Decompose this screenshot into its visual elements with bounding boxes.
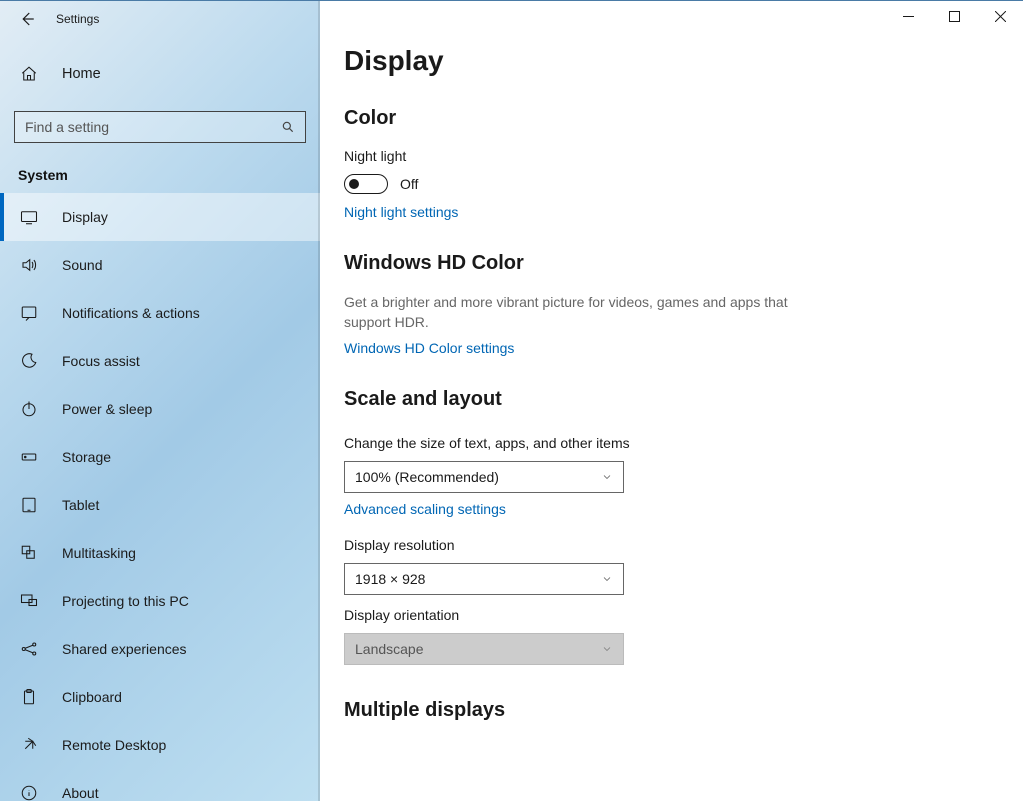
section-heading-scale: Scale and layout: [344, 388, 960, 411]
sidebar-item-focus-assist[interactable]: Focus assist: [0, 337, 320, 385]
chevron-down-icon: [601, 471, 613, 483]
settings-window: Settings Home System Display: [0, 0, 1023, 801]
sidebar-item-notifications[interactable]: Notifications & actions: [0, 289, 320, 337]
sidebar-item-remote-desktop[interactable]: Remote Desktop: [0, 721, 320, 769]
advanced-scaling-link[interactable]: Advanced scaling settings: [344, 501, 960, 517]
scale-dropdown[interactable]: 100% (Recommended): [344, 461, 624, 493]
sidebar-item-tablet[interactable]: Tablet: [0, 481, 320, 529]
chevron-down-icon: [601, 643, 613, 655]
scale-label: Change the size of text, apps, and other…: [344, 435, 960, 451]
about-icon: [20, 784, 38, 801]
sidebar-item-display[interactable]: Display: [0, 193, 320, 241]
search-icon: [281, 120, 295, 134]
scale-dropdown-value: 100% (Recommended): [355, 469, 499, 485]
focus-assist-icon: [20, 352, 38, 370]
sidebar-item-label: Shared experiences: [62, 641, 187, 657]
sidebar-item-label: Multitasking: [62, 545, 136, 561]
sidebar-home-label: Home: [62, 66, 101, 82]
home-icon: [20, 65, 38, 83]
hdcolor-settings-link[interactable]: Windows HD Color settings: [344, 340, 960, 356]
projecting-icon: [20, 592, 38, 610]
sidebar-item-label: Display: [62, 209, 108, 225]
section-heading-color: Color: [344, 107, 960, 130]
window-title: Settings: [56, 12, 99, 26]
main-panel: Display Color Night light Off Night ligh…: [320, 1, 1023, 801]
back-icon[interactable]: [18, 10, 36, 28]
sidebar-item-label: About: [62, 785, 99, 801]
remote-desktop-icon: [20, 736, 38, 754]
sidebar: Settings Home System Display: [0, 1, 320, 801]
search-box[interactable]: [14, 111, 306, 143]
content-scroll[interactable]: Display Color Night light Off Night ligh…: [320, 1, 1023, 801]
sidebar-home[interactable]: Home: [0, 49, 320, 99]
chevron-down-icon: [601, 573, 613, 585]
notifications-icon: [20, 304, 38, 322]
sound-icon: [20, 256, 38, 274]
night-light-state: Off: [400, 176, 418, 192]
sidebar-category-label: System: [0, 143, 320, 193]
resolution-dropdown[interactable]: 1918 × 928: [344, 563, 624, 595]
orientation-dropdown-value: Landscape: [355, 641, 424, 657]
sidebar-item-label: Power & sleep: [62, 401, 152, 417]
sidebar-item-label: Sound: [62, 257, 102, 273]
sidebar-item-label: Storage: [62, 449, 111, 465]
display-icon: [20, 208, 38, 226]
content: Display Color Night light Off Night ligh…: [320, 1, 960, 772]
multitasking-icon: [20, 544, 38, 562]
hdcolor-description: Get a brighter and more vibrant picture …: [344, 293, 804, 332]
sidebar-item-multitasking[interactable]: Multitasking: [0, 529, 320, 577]
sidebar-item-label: Remote Desktop: [62, 737, 166, 753]
sidebar-item-projecting[interactable]: Projecting to this PC: [0, 577, 320, 625]
night-light-settings-link[interactable]: Night light settings: [344, 204, 960, 220]
resolution-dropdown-value: 1918 × 928: [355, 571, 425, 587]
titlebar: Settings: [0, 1, 320, 37]
night-light-label: Night light: [344, 148, 960, 164]
section-heading-multiple-displays: Multiple displays: [344, 699, 960, 722]
sidebar-item-label: Focus assist: [62, 353, 140, 369]
tablet-icon: [20, 496, 38, 514]
sidebar-item-shared-experiences[interactable]: Shared experiences: [0, 625, 320, 673]
section-heading-hdcolor: Windows HD Color: [344, 252, 960, 275]
sidebar-item-sound[interactable]: Sound: [0, 241, 320, 289]
sidebar-item-label: Projecting to this PC: [62, 593, 189, 609]
sidebar-item-label: Clipboard: [62, 689, 122, 705]
sidebar-item-label: Tablet: [62, 497, 99, 513]
sidebar-item-power-sleep[interactable]: Power & sleep: [0, 385, 320, 433]
page-title: Display: [344, 45, 960, 77]
orientation-label: Display orientation: [344, 607, 960, 623]
night-light-toggle-row: Off: [344, 174, 960, 194]
orientation-dropdown: Landscape: [344, 633, 624, 665]
resolution-label: Display resolution: [344, 537, 960, 553]
sidebar-item-about[interactable]: About: [0, 769, 320, 801]
sidebar-item-storage[interactable]: Storage: [0, 433, 320, 481]
sidebar-nav: Display Sound Notifications & actions Fo…: [0, 193, 320, 801]
power-icon: [20, 400, 38, 418]
shared-experiences-icon: [20, 640, 38, 658]
clipboard-icon: [20, 688, 38, 706]
night-light-toggle[interactable]: [344, 174, 388, 194]
sidebar-item-clipboard[interactable]: Clipboard: [0, 673, 320, 721]
storage-icon: [20, 448, 38, 466]
search-input[interactable]: [25, 119, 281, 135]
sidebar-item-label: Notifications & actions: [62, 305, 200, 321]
